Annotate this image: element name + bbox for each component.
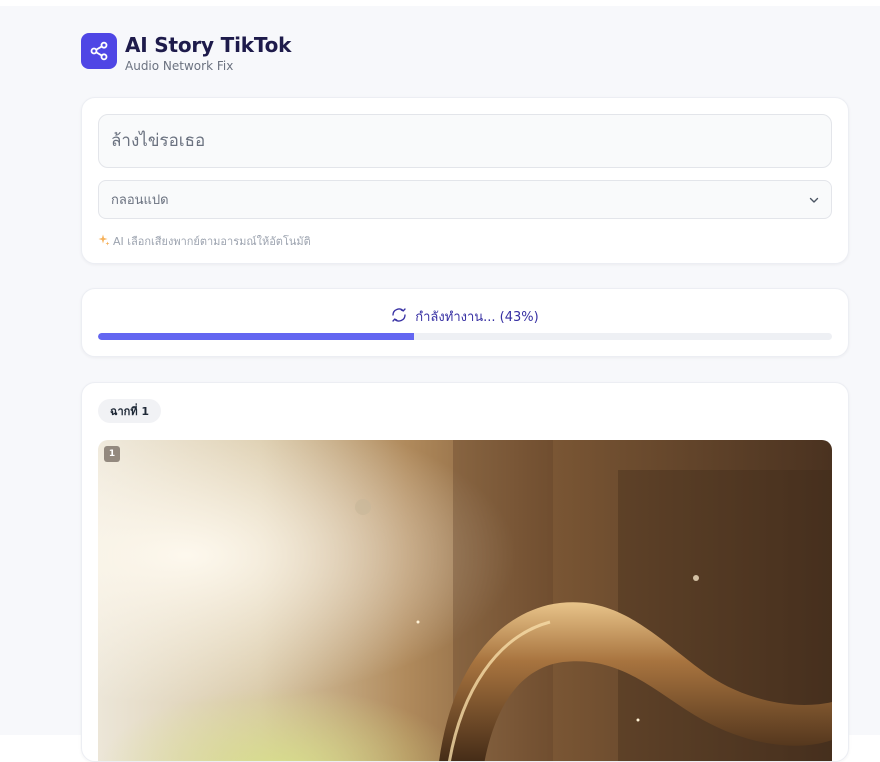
progress-label: กำลังทำงาน... (43%) <box>82 306 848 327</box>
progress-card: กำลังทำงาน... (43%) <box>81 288 849 357</box>
refresh-icon <box>391 307 407 327</box>
app-background: AI Story TikTok Audio Network Fix กลอนแป… <box>0 6 880 762</box>
progress-bar <box>98 333 832 340</box>
progress-text: กำลังทำงาน... (43%) <box>415 310 539 325</box>
app-subtitle: Audio Network Fix <box>125 59 234 73</box>
sparkle-icon <box>98 231 110 250</box>
progress-fill <box>98 333 414 340</box>
scene-image[interactable]: 1 <box>98 440 832 761</box>
story-input[interactable] <box>98 114 832 168</box>
scene-badge: ฉากที่ 1 <box>98 399 162 423</box>
scene-card: ฉากที่ 1 1 <box>81 382 849 762</box>
image-index-badge: 1 <box>104 446 120 462</box>
auto-voice-hint: AI เลือกเสียงพากย์ตามอารมณ์ให้อัตโนมัติ <box>98 231 311 250</box>
story-input-card: กลอนแปด AI เลือกเสียงพากย์ตามอารมณ์ให้อั… <box>81 97 849 264</box>
chevron-down-icon <box>809 190 819 209</box>
share-icon <box>81 33 117 69</box>
hint-text: AI เลือกเสียงพากย์ตามอารมณ์ให้อัตโนมัติ <box>113 234 311 248</box>
app-header: AI Story TikTok Audio Network Fix <box>81 33 291 73</box>
voice-style-select[interactable]: กลอนแปด <box>98 180 832 219</box>
app-title: AI Story TikTok <box>125 33 292 57</box>
voice-style-value: กลอนแปด <box>111 193 169 208</box>
